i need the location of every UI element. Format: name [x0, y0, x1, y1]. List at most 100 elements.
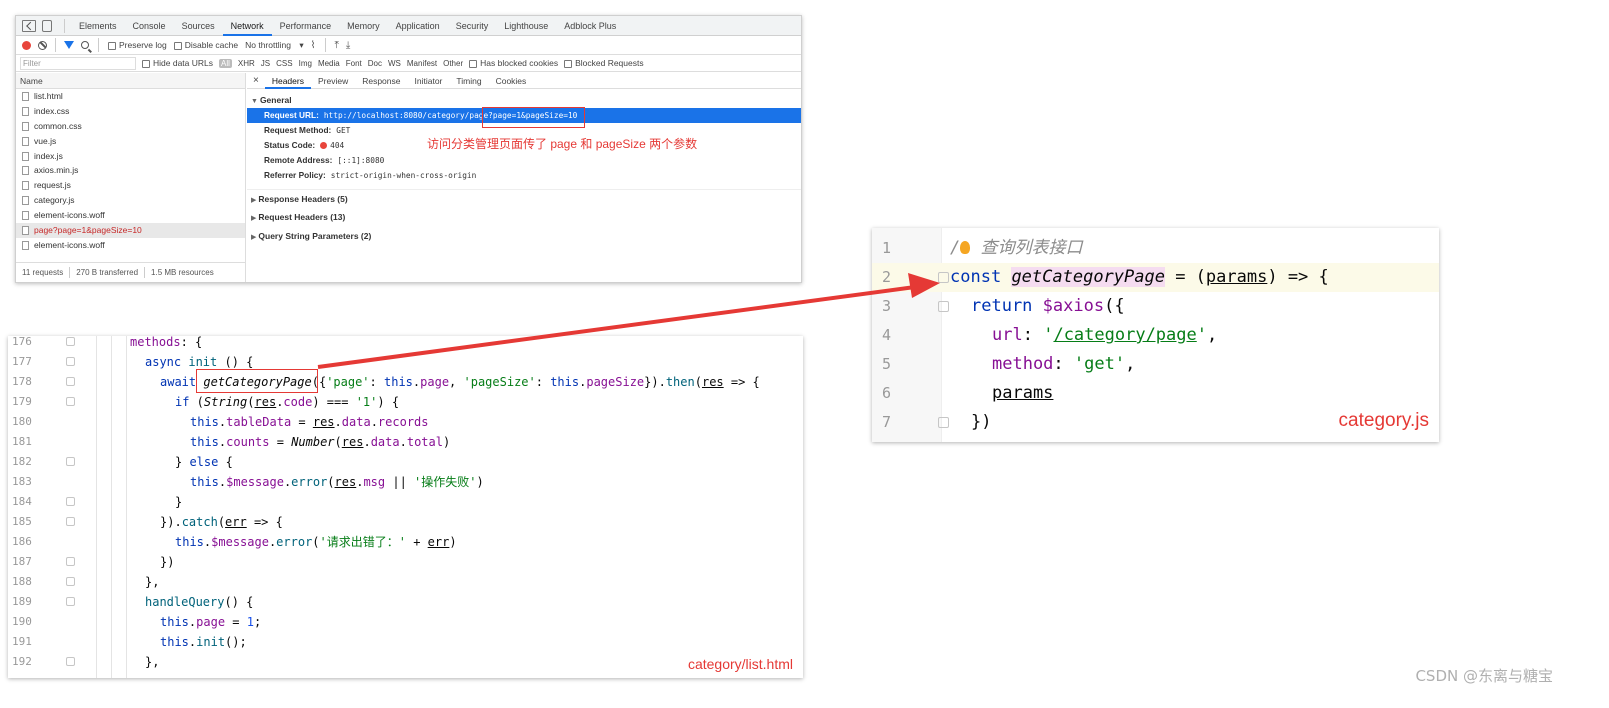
tab-initiator[interactable]: Initiator	[408, 73, 450, 89]
request-row[interactable]: common.css	[16, 119, 245, 134]
fold-icon[interactable]	[66, 557, 75, 566]
code-line[interactable]: 177 async init () {	[8, 352, 803, 372]
lightbulb-icon[interactable]	[960, 241, 971, 254]
query-string-section[interactable]: ▶ Query String Parameters (2)	[247, 227, 801, 246]
request-row[interactable]: list.html	[16, 89, 245, 104]
fold-icon[interactable]	[938, 417, 949, 428]
fold-icon[interactable]	[66, 457, 75, 466]
filter-type-manifest[interactable]: Manifest	[407, 59, 437, 68]
hide-data-urls-checkbox[interactable]: Hide data URLs	[142, 58, 213, 68]
close-icon[interactable]: ×	[247, 75, 265, 86]
fold-icon[interactable]	[66, 517, 75, 526]
tab-application[interactable]: Application	[388, 16, 448, 36]
request-row[interactable]: element-icons.woff	[16, 208, 245, 223]
code-line[interactable]: 6 params	[872, 379, 1439, 408]
code-line[interactable]: 183 this.$message.error(res.msg || '操作失败'…	[8, 472, 803, 492]
filter-type-css[interactable]: CSS	[276, 59, 292, 68]
tab-adblock-plus[interactable]: Adblock Plus	[556, 16, 624, 36]
fold-icon[interactable]	[66, 497, 75, 506]
disable-cache-label: Disable cache	[184, 40, 239, 50]
fold-icon[interactable]	[66, 657, 75, 666]
code-line[interactable]: 3 return $axios({	[872, 292, 1439, 321]
tab-cookies[interactable]: Cookies	[489, 73, 534, 89]
filter-type-ws[interactable]: WS	[388, 59, 401, 68]
code-line[interactable]: 181 this.counts = Number(res.data.total)	[8, 432, 803, 452]
network-conditions-icon[interactable]: ⌇	[311, 40, 316, 51]
fold-icon[interactable]	[66, 597, 75, 606]
name-column-header[interactable]: Name	[16, 73, 245, 89]
search-icon[interactable]	[81, 41, 89, 49]
code-line[interactable]: 1 / 查询列表接口	[872, 234, 1439, 263]
request-row[interactable]: page?page=1&pageSize=10	[16, 223, 245, 238]
filter-type-doc[interactable]: Doc	[368, 59, 382, 68]
code-line[interactable]: 5 method: 'get',	[872, 350, 1439, 379]
code-line[interactable]: 188},	[8, 572, 803, 592]
has-blocked-cookies-checkbox[interactable]: Has blocked cookies	[469, 58, 558, 68]
clear-icon[interactable]	[38, 40, 47, 50]
code-line[interactable]: 191 this.init();	[8, 632, 803, 652]
response-headers-section[interactable]: ▶ Response Headers (5)	[247, 189, 801, 208]
tab-memory[interactable]: Memory	[339, 16, 388, 36]
filter-type-img[interactable]: Img	[299, 59, 312, 68]
code-line[interactable]: 180 this.tableData = res.data.records	[8, 412, 803, 432]
request-row[interactable]: vue.js	[16, 134, 245, 149]
request-row[interactable]: category.js	[16, 193, 245, 208]
code-line[interactable]: 184}	[8, 492, 803, 512]
tab-timing[interactable]: Timing	[449, 73, 488, 89]
device-toolbar-icon[interactable]	[42, 19, 52, 32]
request-row[interactable]: element-icons.woff	[16, 238, 245, 253]
fold-icon[interactable]	[66, 577, 75, 586]
filter-icon[interactable]	[64, 41, 74, 49]
filter-type-media[interactable]: Media	[318, 59, 340, 68]
tab-console[interactable]: Console	[125, 16, 174, 36]
request-name: category.js	[34, 195, 75, 206]
code-line[interactable]: 2 const getCategoryPage = (params) => {	[872, 263, 1439, 292]
tab-security[interactable]: Security	[448, 16, 497, 36]
code-line[interactable]: 4 url: '/category/page',	[872, 321, 1439, 350]
code-line[interactable]: 185}).catch(err => {	[8, 512, 803, 532]
code-line[interactable]: 190 this.page = 1;	[8, 612, 803, 632]
inspect-element-icon[interactable]	[22, 19, 36, 32]
general-section-header[interactable]: ▼ General	[247, 93, 801, 108]
code-line[interactable]: 179 if (String(res.code) === '1') {	[8, 392, 803, 412]
tab-performance[interactable]: Performance	[272, 16, 340, 36]
export-har-icon[interactable]: ⤓	[346, 40, 350, 51]
request-row[interactable]: index.css	[16, 104, 245, 119]
fold-icon[interactable]	[66, 357, 75, 366]
filter-type-js[interactable]: JS	[261, 59, 270, 68]
filter-type-xhr[interactable]: XHR	[238, 59, 255, 68]
blocked-requests-checkbox[interactable]: Blocked Requests	[564, 58, 644, 68]
code-line[interactable]: 187})	[8, 552, 803, 572]
filter-type-other[interactable]: Other	[443, 59, 463, 68]
filter-input[interactable]: Filter	[20, 56, 136, 70]
code-line[interactable]: 186 this.$message.error('请求出错了：' + err)	[8, 532, 803, 552]
throttling-select[interactable]: No throttling ▾	[245, 40, 304, 51]
fold-icon[interactable]	[66, 377, 75, 386]
import-har-icon[interactable]: ⤒	[335, 40, 339, 51]
disable-cache-checkbox[interactable]: Disable cache	[173, 40, 239, 50]
code-line[interactable]: 192},	[8, 652, 803, 672]
tab-lighthouse[interactable]: Lighthouse	[496, 16, 556, 36]
tab-response[interactable]: Response	[355, 73, 407, 89]
code-line[interactable]: 178 await getCategoryPage({'page': this.p…	[8, 372, 803, 392]
record-icon[interactable]	[22, 40, 31, 50]
code-line[interactable]: 189 handleQuery() {	[8, 592, 803, 612]
fold-icon[interactable]	[938, 272, 949, 283]
tab-sources[interactable]: Sources	[174, 16, 223, 36]
tab-elements[interactable]: Elements	[71, 16, 125, 36]
tab-headers[interactable]: Headers	[264, 73, 311, 89]
code-line[interactable]: 176 methods: {	[8, 336, 803, 352]
code-line[interactable]: 182} else {	[8, 452, 803, 472]
fold-icon[interactable]	[66, 337, 75, 346]
tab-network[interactable]: Network	[222, 16, 272, 36]
request-row[interactable]: axios.min.js	[16, 163, 245, 178]
tab-preview[interactable]: Preview	[311, 73, 355, 89]
fold-icon[interactable]	[66, 397, 75, 406]
request-row[interactable]: request.js	[16, 178, 245, 193]
filter-type-font[interactable]: Font	[346, 59, 362, 68]
request-headers-section[interactable]: ▶ Request Headers (13)	[247, 208, 801, 227]
fold-icon[interactable]	[938, 301, 949, 312]
preserve-log-checkbox[interactable]: Preserve log	[108, 40, 167, 50]
request-row[interactable]: index.js	[16, 149, 245, 164]
filter-all-button[interactable]: All	[219, 58, 232, 68]
